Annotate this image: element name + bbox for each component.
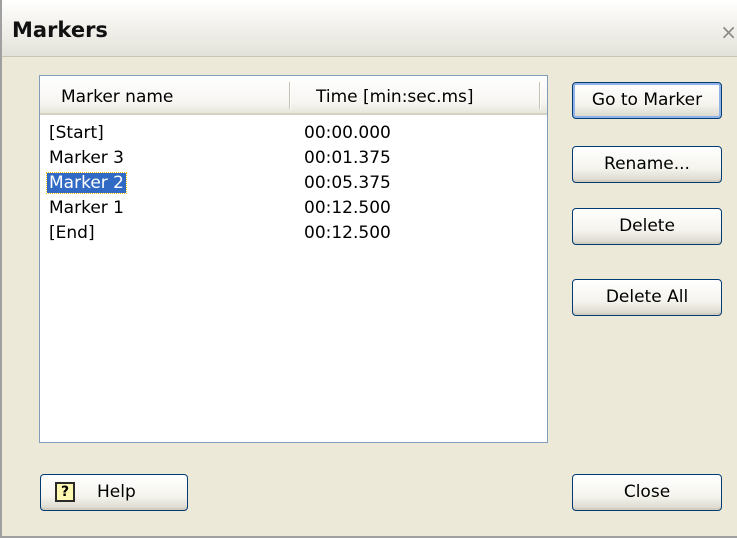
marker-name: Marker 2 [46, 172, 127, 194]
column-separator[interactable] [539, 82, 540, 109]
help-label: Help [97, 482, 136, 502]
marker-time: 00:05.375 [304, 173, 391, 193]
marker-name: [Start] [49, 123, 104, 143]
close-button[interactable]: Close [572, 474, 722, 511]
help-button[interactable]: ? Help [40, 474, 188, 511]
column-header-marker-name[interactable]: Marker name [61, 87, 173, 107]
marker-name: Marker 3 [49, 148, 124, 168]
list-item-selected[interactable]: Marker 2 00:05.375 [40, 171, 547, 196]
go-to-marker-button[interactable]: Go to Marker [572, 82, 722, 119]
list-item[interactable]: [Start] 00:00.000 [40, 121, 547, 146]
delete-button[interactable]: Delete [572, 208, 722, 245]
close-icon[interactable]: × [720, 22, 737, 42]
marker-time: 00:12.500 [304, 198, 391, 218]
rename-button[interactable]: Rename... [572, 146, 722, 183]
marker-name: [End] [49, 223, 95, 243]
markers-dialog: Markers × Marker name Time [min:sec.ms] … [0, 0, 737, 538]
column-header-time[interactable]: Time [min:sec.ms] [316, 87, 474, 107]
column-separator[interactable] [289, 82, 290, 109]
title-bar: Markers × [2, 0, 737, 57]
list-header: Marker name Time [min:sec.ms] [40, 76, 547, 115]
window-title: Markers [12, 18, 108, 42]
list-item[interactable]: Marker 1 00:12.500 [40, 196, 547, 221]
marker-time: 00:01.375 [304, 148, 391, 168]
marker-time: 00:00.000 [304, 123, 391, 143]
list-item[interactable]: [End] 00:12.500 [40, 221, 547, 246]
markers-list[interactable]: Marker name Time [min:sec.ms] [Start] 00… [39, 75, 548, 443]
marker-time: 00:12.500 [304, 223, 391, 243]
list-item[interactable]: Marker 3 00:01.375 [40, 146, 547, 171]
marker-name: Marker 1 [49, 198, 124, 218]
help-question-icon: ? [55, 482, 75, 502]
delete-all-button[interactable]: Delete All [572, 279, 722, 316]
